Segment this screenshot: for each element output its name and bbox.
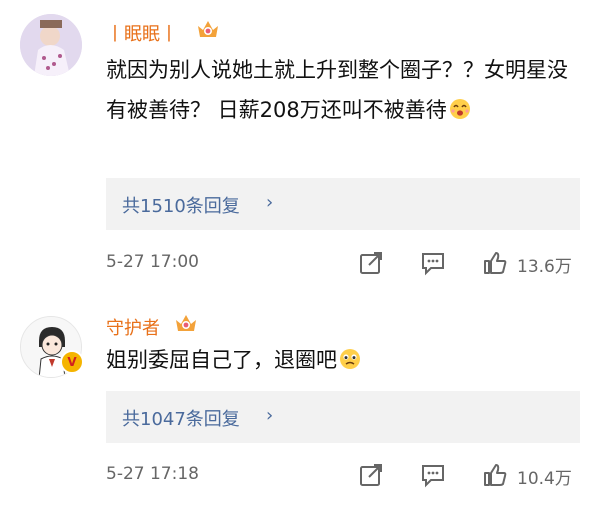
crown-badge-icon [198, 21, 218, 37]
laughing-emoji-icon [449, 99, 470, 119]
share-icon[interactable] [358, 462, 384, 488]
like-count: 10.4万 [517, 469, 572, 489]
timestamp: 5-27 17:00 [106, 252, 199, 272]
avatar[interactable] [20, 14, 82, 76]
like-count: 13.6万 [517, 257, 572, 277]
timestamp: 5-27 17:18 [106, 464, 199, 484]
reply-count-link[interactable]: 共1510条回复 [122, 192, 240, 218]
comment-item: 丨眠眠丨 就因为别人说她土就上升到整个圈子？？女明星没有被善待？ 日薪208万还… [0, 0, 600, 300]
verified-badge: V [60, 350, 84, 374]
username[interactable]: 守护者 [106, 314, 160, 340]
username[interactable]: 丨眠眠丨 [106, 20, 178, 46]
like-icon[interactable] [482, 250, 508, 276]
reply-summary[interactable]: 共1047条回复 › [106, 391, 580, 443]
reply-summary[interactable]: 共1510条回复 › [106, 178, 580, 230]
chevron-right-icon: › [266, 192, 274, 213]
comment-meta: 5-27 17:00 13.6万 [0, 248, 600, 278]
sad-emoji-icon [340, 349, 360, 369]
reply-count-link[interactable]: 共1047条回复 [122, 405, 240, 431]
comment-icon[interactable] [420, 462, 446, 488]
chevron-right-icon: › [266, 405, 274, 426]
comment-item: V 守护者 姐别委屈自己了，退圈吧 共1047条回复 › 5-27 17:18 … [0, 300, 600, 511]
comment-text: 就因为别人说她土就上升到整个圈子？？女明星没有被善待？ 日薪208万还叫不被善待 [106, 58, 568, 122]
comment-meta: 5-27 17:18 10.4万 [0, 460, 600, 490]
comment-text: 姐别委屈自己了，退圈吧 [106, 340, 576, 380]
like-icon[interactable] [482, 462, 508, 488]
share-icon[interactable] [358, 250, 384, 276]
comment-icon[interactable] [420, 250, 446, 276]
crown-badge-icon [176, 315, 196, 331]
